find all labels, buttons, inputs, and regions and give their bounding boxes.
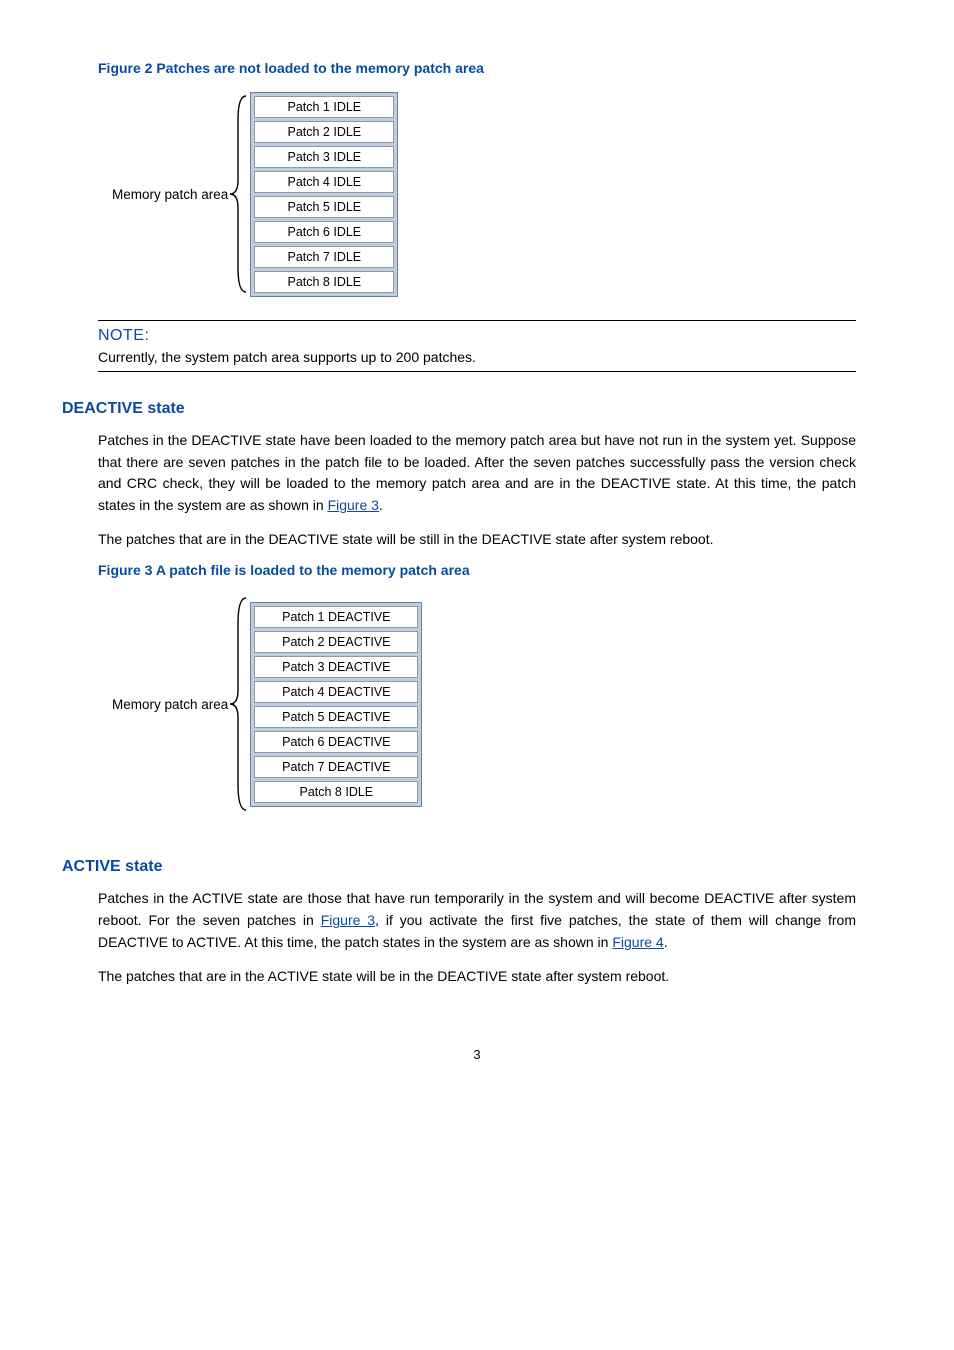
patch-row: Patch 2 IDLE <box>254 121 394 143</box>
patch-row: Patch 5 DEACTIVE <box>254 706 418 728</box>
note-label: NOTE: <box>98 327 856 345</box>
patch-stack: Patch 1 IDLE Patch 2 IDLE Patch 3 IDLE P… <box>250 92 398 297</box>
patch-row: Patch 1 DEACTIVE <box>254 606 418 628</box>
patch-row: Patch 3 DEACTIVE <box>254 656 418 678</box>
patch-row: Patch 7 DEACTIVE <box>254 756 418 778</box>
curly-brace-icon <box>228 90 250 298</box>
deactive-para-2: The patches that are in the DEACTIVE sta… <box>98 529 856 551</box>
patch-row: Patch 4 IDLE <box>254 171 394 193</box>
patch-row: Patch 7 IDLE <box>254 246 394 268</box>
curly-brace-icon <box>228 592 250 816</box>
figure-2-title: Figure 2 Patches are not loaded to the m… <box>98 60 856 76</box>
text-run: Patches in the DEACTIVE state have been … <box>98 432 856 513</box>
active-para-1: Patches in the ACTIVE state are those th… <box>98 888 856 953</box>
patch-row: Patch 5 IDLE <box>254 196 394 218</box>
patch-row: Patch 6 DEACTIVE <box>254 731 418 753</box>
figure-3-link[interactable]: Figure 3 <box>328 497 379 513</box>
patch-row: Patch 8 IDLE <box>254 271 394 293</box>
deactive-state-heading: DEACTIVE state <box>62 400 856 418</box>
patch-stack: Patch 1 DEACTIVE Patch 2 DEACTIVE Patch … <box>250 602 422 807</box>
memory-patch-area-label: Memory patch area <box>112 697 228 712</box>
active-para-2: The patches that are in the ACTIVE state… <box>98 966 856 988</box>
text-run: . <box>379 497 383 513</box>
patch-row: Patch 8 IDLE <box>254 781 418 803</box>
note-text: Currently, the system patch area support… <box>98 349 856 365</box>
memory-patch-area-label: Memory patch area <box>112 187 228 202</box>
figure-3-title: Figure 3 A patch file is loaded to the m… <box>98 562 856 578</box>
figure-3-diagram: Memory patch area Patch 1 DEACTIVE Patch… <box>112 592 856 816</box>
figure-4-link[interactable]: Figure 4 <box>612 934 663 950</box>
figure-3-link[interactable]: Figure 3 <box>321 912 375 928</box>
patch-row: Patch 4 DEACTIVE <box>254 681 418 703</box>
patch-row: Patch 2 DEACTIVE <box>254 631 418 653</box>
note-rule-bottom <box>98 371 856 372</box>
page-number: 3 <box>98 1047 856 1062</box>
deactive-para-1: Patches in the DEACTIVE state have been … <box>98 430 856 517</box>
patch-row: Patch 6 IDLE <box>254 221 394 243</box>
text-run: . <box>664 934 668 950</box>
patch-row: Patch 3 IDLE <box>254 146 394 168</box>
patch-row: Patch 1 IDLE <box>254 96 394 118</box>
active-state-heading: ACTIVE state <box>62 858 856 876</box>
note-rule-top <box>98 320 856 321</box>
figure-2-diagram: Memory patch area Patch 1 IDLE Patch 2 I… <box>112 90 856 298</box>
